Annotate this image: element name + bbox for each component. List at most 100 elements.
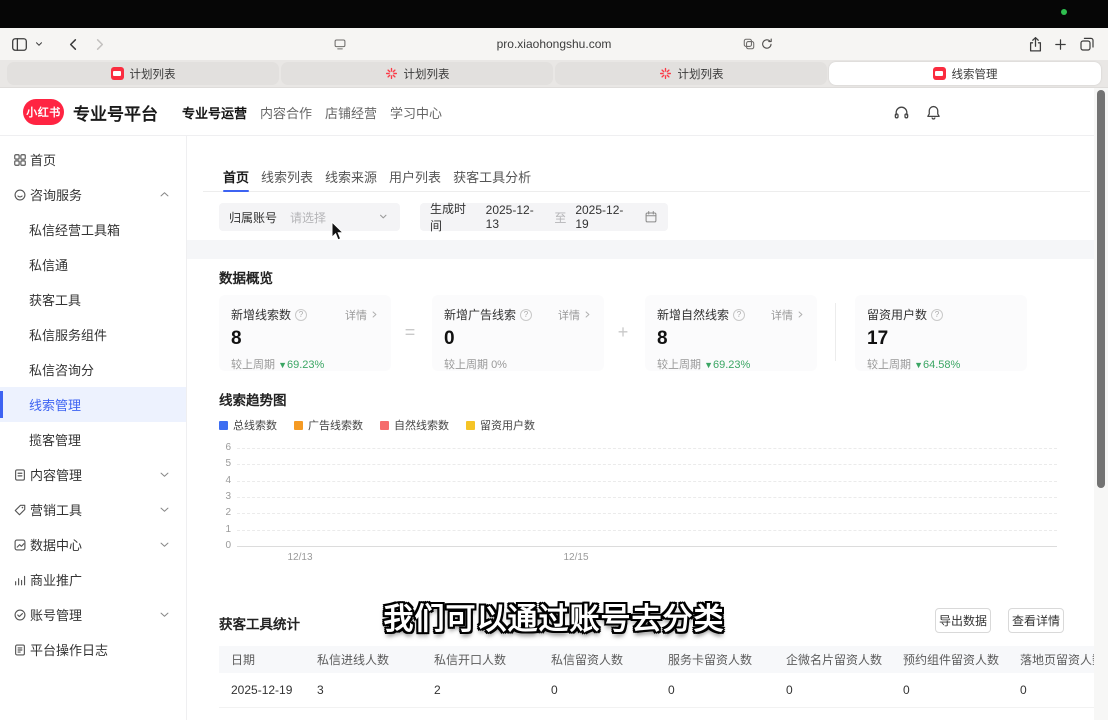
chart-gridline bbox=[237, 497, 1057, 498]
new-tab-icon[interactable] bbox=[1053, 33, 1068, 55]
tag-icon bbox=[13, 502, 29, 518]
legend-swatch bbox=[466, 421, 475, 430]
legend-label: 总线索数 bbox=[233, 417, 277, 433]
legend-item[interactable]: 总线索数 bbox=[219, 417, 277, 433]
sidebar-item[interactable]: 私信服务组件 bbox=[0, 317, 186, 352]
overview-card-header: 新增广告线索详情 bbox=[444, 306, 592, 323]
app-nav-item[interactable]: 店铺经营 bbox=[322, 103, 380, 122]
table-cell: 0 bbox=[656, 708, 774, 720]
scrollbar-thumb[interactable] bbox=[1097, 90, 1105, 488]
table-cell: 3 bbox=[305, 708, 422, 720]
sidebar-item[interactable]: 私信通 bbox=[0, 247, 186, 282]
chevron-right-icon bbox=[370, 310, 379, 319]
app-nav-item[interactable]: 专业号运营 bbox=[179, 103, 250, 122]
headset-icon[interactable] bbox=[893, 104, 910, 121]
sidebar-item[interactable]: 私信咨询分 bbox=[0, 352, 186, 387]
page-tab[interactable]: 线索来源 bbox=[325, 162, 377, 192]
overview-card-value: 17 bbox=[867, 328, 1015, 350]
compare-value: 0% bbox=[491, 359, 507, 371]
trend-chart: 654321012/1312/15 bbox=[219, 436, 1094, 568]
sidebar-item-label: 商业推广 bbox=[30, 570, 82, 589]
account-select[interactable]: 归属账号 请选择 bbox=[219, 203, 400, 231]
app-nav-item[interactable]: 内容合作 bbox=[257, 103, 315, 122]
table-cell: 0 bbox=[1008, 673, 1095, 707]
table-cell: 2 bbox=[422, 673, 539, 707]
browser-tab-bar: 计划列表计划列表计划列表线索管理 bbox=[0, 60, 1108, 88]
sidebar-item[interactable]: 营销工具 bbox=[0, 492, 186, 527]
detail-link[interactable]: 详情 bbox=[558, 307, 592, 323]
question-circle-icon[interactable] bbox=[931, 309, 943, 321]
table-header-row: 日期私信进线人数私信开口人数私信留资人数服务卡留资人数企微名片留资人数预约组件留… bbox=[219, 646, 1095, 673]
page-tab[interactable]: 用户列表 bbox=[389, 162, 441, 192]
table-cell: 2 bbox=[422, 708, 539, 720]
browser-tab[interactable]: 线索管理 bbox=[829, 62, 1101, 85]
sidebar-item[interactable]: 私信经营工具箱 bbox=[0, 212, 186, 247]
trend-title: 线索趋势图 bbox=[219, 389, 287, 409]
tab-overview-icon[interactable] bbox=[1079, 33, 1095, 55]
browser-tab[interactable]: 计划列表 bbox=[7, 62, 279, 85]
app-nav: 专业号运营内容合作店铺经营学习中心 bbox=[179, 88, 445, 136]
browser-tab-label: 计划列表 bbox=[404, 66, 450, 82]
sidebar-item[interactable]: 首页 bbox=[0, 142, 186, 177]
sidebar-item[interactable]: 内容管理 bbox=[0, 457, 186, 492]
legend-item[interactable]: 广告线索数 bbox=[294, 417, 363, 433]
bell-icon[interactable] bbox=[925, 104, 942, 121]
browser-toolbar: pro.xiaohongshu.com bbox=[0, 28, 1108, 60]
browser-tab[interactable]: 计划列表 bbox=[555, 62, 827, 85]
app-nav-item[interactable]: 学习中心 bbox=[387, 103, 445, 122]
y-axis-tick: 6 bbox=[219, 442, 231, 453]
browser-tab-label: 计划列表 bbox=[130, 66, 176, 82]
sidebar-item[interactable]: 线索管理 bbox=[0, 387, 186, 422]
legend-item[interactable]: 自然线索数 bbox=[380, 417, 449, 433]
account-select-placeholder: 请选择 bbox=[290, 209, 326, 226]
browser-tab[interactable]: 计划列表 bbox=[281, 62, 553, 85]
page-tab[interactable]: 线索列表 bbox=[261, 162, 313, 192]
question-circle-icon[interactable] bbox=[295, 309, 307, 321]
chevron-down-icon bbox=[378, 211, 390, 223]
chevron-down-icon bbox=[159, 504, 170, 515]
address-bar[interactable]: pro.xiaohongshu.com bbox=[0, 28, 1108, 60]
table-header-cell: 预约组件留资人数 bbox=[891, 646, 1008, 673]
sidebar-item[interactable]: 获客工具 bbox=[0, 282, 186, 317]
page-tab[interactable]: 首页 bbox=[223, 162, 249, 192]
table-header-cell: 落地页留资人数 bbox=[1008, 646, 1095, 673]
detail-link[interactable]: 详情 bbox=[771, 307, 805, 323]
macos-menubar bbox=[0, 0, 1108, 28]
sidebar-item-label: 营销工具 bbox=[30, 500, 82, 519]
overview-card-name: 新增线索数 bbox=[231, 306, 291, 323]
sidebar-item[interactable]: 咨询服务 bbox=[0, 177, 186, 212]
xiaohongshu-logo[interactable]: 小红书 bbox=[23, 99, 64, 125]
chevron-right-icon bbox=[583, 310, 592, 319]
chevron-down-icon bbox=[159, 539, 170, 550]
data-icon bbox=[13, 537, 29, 553]
sidebar-item[interactable]: 揽客管理 bbox=[0, 422, 186, 457]
chart-gridline bbox=[237, 464, 1057, 465]
table-cell-date: 2025-12-19 bbox=[219, 673, 305, 707]
reload-icon[interactable] bbox=[760, 33, 774, 55]
table-cell: 0 bbox=[539, 708, 656, 720]
question-circle-icon[interactable] bbox=[520, 309, 532, 321]
page-tab[interactable]: 获客工具分析 bbox=[453, 162, 531, 192]
trend-legend: 总线索数 广告线索数 自然线索数 留资用户数 bbox=[219, 417, 535, 433]
table-row[interactable]: 2025-12-193200000 bbox=[219, 673, 1095, 708]
sidebar-item[interactable]: 商业推广 bbox=[0, 562, 186, 597]
loading-spinner-icon bbox=[385, 67, 398, 80]
detail-link[interactable]: 详情 bbox=[345, 307, 379, 323]
date-range-picker[interactable]: 生成时间 2025-12-13 至 2025-12-19 bbox=[420, 203, 668, 231]
share-icon[interactable] bbox=[1027, 33, 1044, 55]
overview-card-compare: 较上周期 ▼69.23% bbox=[657, 356, 805, 372]
grid-icon bbox=[13, 152, 29, 168]
table-cell: 3 bbox=[305, 673, 422, 707]
compare-value: 64.58% bbox=[923, 359, 960, 371]
question-circle-icon[interactable] bbox=[733, 309, 745, 321]
sidebar-item[interactable]: 数据中心 bbox=[0, 527, 186, 562]
overview-card-compare: 较上周期 ▼69.23% bbox=[231, 356, 379, 372]
overview-title: 数据概览 bbox=[219, 267, 273, 287]
legend-item[interactable]: 留资用户数 bbox=[466, 417, 535, 433]
overview-card: 新增广告线索详情0较上周期 0% bbox=[432, 295, 604, 371]
y-axis-tick: 0 bbox=[219, 540, 231, 551]
table-row[interactable]: 2025-12-183200000 bbox=[219, 708, 1095, 720]
detail-link-label: 详情 bbox=[771, 307, 793, 323]
copy-page-icon[interactable] bbox=[742, 33, 756, 55]
chevron-right-icon bbox=[796, 310, 805, 319]
